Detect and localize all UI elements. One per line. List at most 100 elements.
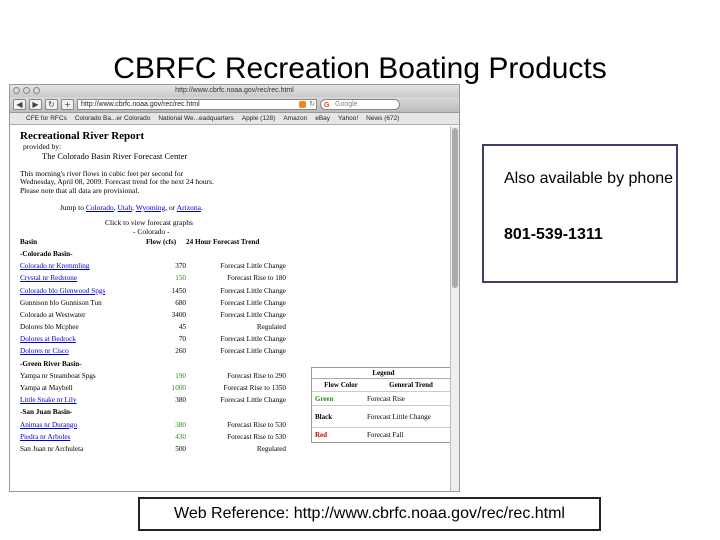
phone-callout-box: Also available by phone 801-539-1311 [482, 144, 678, 283]
river-name: Dolores blo Mcphee [20, 323, 79, 332]
legend-row: Black Forecast Little Change [312, 406, 455, 428]
table-row: Dolores nr Cisco 260 Forecast Little Chang… [20, 345, 286, 357]
bookmarks-bar: CFE for RFCs Colorado Ba...er Colorado N… [10, 113, 459, 125]
bookmark-item[interactable]: Apple (128) [242, 113, 276, 124]
table-header-row: Basin Flow (cfs) 24 Hour Forecast Trend [20, 237, 286, 248]
legend-trend: Forecast Little Change [367, 412, 431, 421]
forecast-trend [186, 406, 286, 418]
legend-header-trend: General Trend [389, 381, 433, 389]
forward-button[interactable]: ▶ [29, 99, 42, 110]
forecast-trend: Forecast Little Change [220, 335, 286, 344]
basin-group-label: -San Juan Basin- [20, 408, 73, 417]
legend-row: Green Forecast Rise [312, 392, 455, 406]
callout-text: Also available by phone [504, 170, 674, 187]
river-name[interactable]: Dolores at Bedrock [20, 333, 146, 345]
scrollbar-thumb[interactable] [452, 128, 458, 288]
river-name[interactable]: Colorado nr Kremmling [20, 260, 146, 272]
flow-value: 680 [175, 298, 186, 307]
zoom-window-button[interactable] [33, 87, 40, 94]
reload-button[interactable]: ↻ [45, 99, 58, 110]
close-window-button[interactable] [13, 87, 20, 94]
river-table-body: -Colorado Basin- Colorado nr Kremmling 370… [20, 248, 286, 455]
basin-group-row: -Green River Basin- [20, 358, 286, 370]
browser-toolbar: ◀ ▶ ↻ + http://www.cbrfc.noaa.gov/rec/re… [10, 97, 459, 113]
basin-group-row: -Colorado Basin- [20, 248, 286, 260]
jump-link-colorado[interactable]: Colorado [86, 203, 114, 212]
back-button[interactable]: ◀ [13, 99, 26, 110]
address-text: http://www.cbrfc.noaa.gov/rec/rec.html [81, 101, 200, 108]
rss-icon[interactable] [299, 101, 306, 108]
bookmark-item[interactable]: Colorado Ba...er Colorado [75, 113, 151, 124]
table-row: Crystal nr Redstone 150 Forecast Rise to 1… [20, 272, 286, 284]
river-name[interactable]: Dolores nr Cisco [20, 345, 146, 357]
table-row: Yampa nr Steamboat Spgs 190 Forecast Rise … [20, 370, 286, 382]
bookmark-item[interactable]: Amazon [283, 113, 307, 124]
flow-value: 370 [175, 262, 186, 271]
click-view-text[interactable]: Click to view forecast graphs [105, 218, 450, 227]
web-reference-box: Web Reference: http://www.cbrfc.noaa.gov… [138, 497, 601, 531]
slide-title: CBRFC Recreation Boating Products [113, 52, 607, 85]
plus-icon: + [64, 100, 71, 109]
forecast-trend: Regulated [256, 323, 286, 332]
table-row: Little Snake nr Lily 380 Forecast Little C… [20, 394, 286, 406]
bookmark-item[interactable]: Yahoo! [338, 113, 358, 124]
provided-by-label: provided by: [23, 142, 62, 151]
legend-header-row: Flow Color General Trend [312, 379, 455, 392]
jump-link-wyoming[interactable]: Wyoming [136, 203, 166, 212]
river-name[interactable]: Piedra nr Arboles [20, 431, 146, 443]
column-header-basin: Basin [20, 238, 38, 247]
google-icon: G [324, 102, 330, 109]
back-arrow-icon: ◀ [16, 100, 23, 109]
search-field[interactable]: G Google [320, 99, 400, 110]
table-row: Yampa at Maybell 1000 Forecast Rise to 135… [20, 382, 286, 394]
intro-paragraph: This morning's river flows in cubic feet… [20, 169, 290, 195]
browser-titlebar: http://www.cbrfc.noaa.gov/rec/rec.html [10, 85, 459, 97]
bookmark-item[interactable]: eBay [315, 113, 330, 124]
jump-link-utah[interactable]: Utah [118, 203, 133, 212]
river-name: Gunnison blo Gunnison Tun [20, 298, 102, 307]
jump-label: Jump to [60, 202, 84, 212]
report-title: Recreational River Report [20, 130, 145, 142]
river-name[interactable]: Colorado blo Glenwood Spgs [20, 284, 146, 296]
table-row: Animas nr Durango 380 Forecast Rise to 530 [20, 419, 286, 431]
table-row: Colorado nr Kremmling 370 Forecast Little … [20, 260, 286, 272]
forward-arrow-icon: ▶ [32, 100, 39, 109]
reload-small-icon[interactable]: ↻ [309, 100, 315, 110]
forecast-trend: Regulated [256, 444, 286, 453]
provider-name: The Colorado Basin River Forecast Center [42, 151, 188, 161]
legend-header-color: Flow Color [324, 381, 358, 389]
bookmark-item[interactable]: News (672) [366, 113, 399, 124]
basin-group-label: -Green River Basin- [20, 359, 82, 368]
flow-value: 70 [178, 335, 186, 344]
table-row: Dolores blo Mcphee 45 Regulated [20, 321, 286, 333]
forecast-trend: Forecast Little Change [220, 347, 286, 356]
browser-window: http://www.cbrfc.noaa.gov/rec/rec.html ◀… [9, 84, 460, 492]
flow-value [146, 358, 186, 370]
forecast-trend: Forecast Rise to 530 [227, 420, 286, 429]
bookmark-item[interactable]: CFE for RFCs [26, 113, 67, 124]
intro-line: Please note that all data are provisiona… [20, 185, 140, 195]
bookmark-item[interactable]: National We...eadquarters [158, 113, 233, 124]
river-name: San Juan nr Archuleta [20, 444, 84, 453]
forecast-trend [186, 358, 286, 370]
add-bookmark-button[interactable]: + [61, 99, 74, 110]
flow-value: 45 [178, 323, 186, 332]
flow-value: 3400 [171, 310, 186, 319]
legend-color-name: Green [315, 394, 334, 403]
forecast-trend: Forecast Little Change [220, 298, 286, 307]
flow-value: 260 [175, 347, 186, 356]
flow-value: 1000 [171, 384, 186, 393]
table-row: Dolores at Bedrock 70 Forecast Little Chan… [20, 333, 286, 345]
address-bar[interactable]: http://www.cbrfc.noaa.gov/rec/rec.html ↻ [77, 99, 317, 110]
river-name[interactable]: Crystal nr Redstone [20, 272, 146, 284]
jump-link-arizona[interactable]: Arizona [177, 203, 201, 212]
vertical-scrollbar[interactable] [450, 126, 459, 491]
legend-color-name: Black [315, 412, 333, 421]
river-name[interactable]: Little Snake nr Lily [20, 394, 146, 406]
river-name[interactable]: Animas nr Durango [20, 419, 146, 431]
legend-color-name: Red [315, 431, 328, 439]
minimize-window-button[interactable] [23, 87, 30, 94]
flow-value: 190 [175, 371, 186, 380]
flow-value [146, 406, 186, 418]
forecast-trend: Forecast Rise to 1350 [223, 384, 286, 393]
